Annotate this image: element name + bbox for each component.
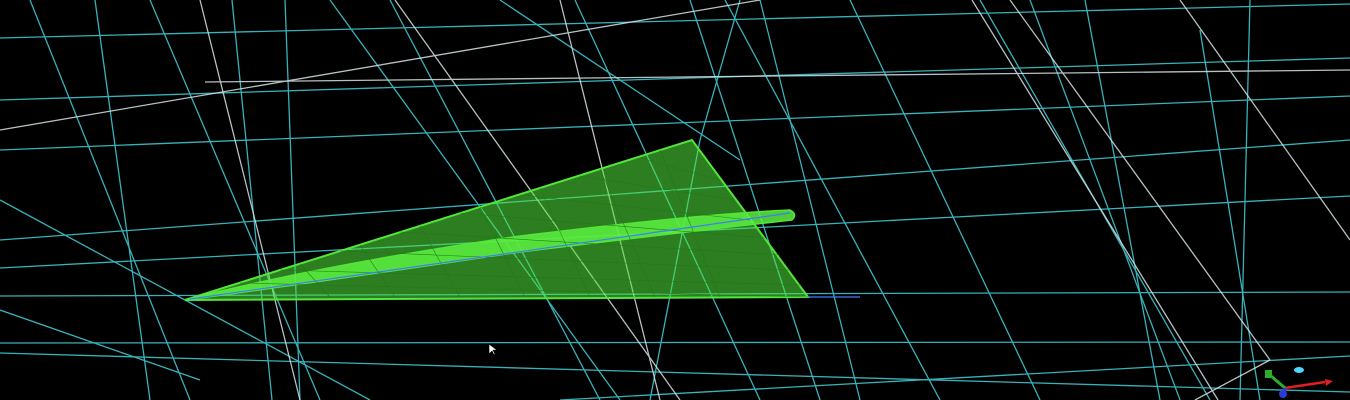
3d-viewport[interactable] xyxy=(0,0,1350,400)
mesh-scene xyxy=(0,0,1350,400)
triad-origin xyxy=(1294,367,1304,373)
triad-y-axis xyxy=(1270,374,1286,390)
arrow-cursor-icon xyxy=(488,343,498,356)
triad-x-axis xyxy=(1284,380,1326,390)
orientation-triad[interactable] xyxy=(1265,367,1333,399)
aircraft-surface-mesh xyxy=(184,138,860,301)
